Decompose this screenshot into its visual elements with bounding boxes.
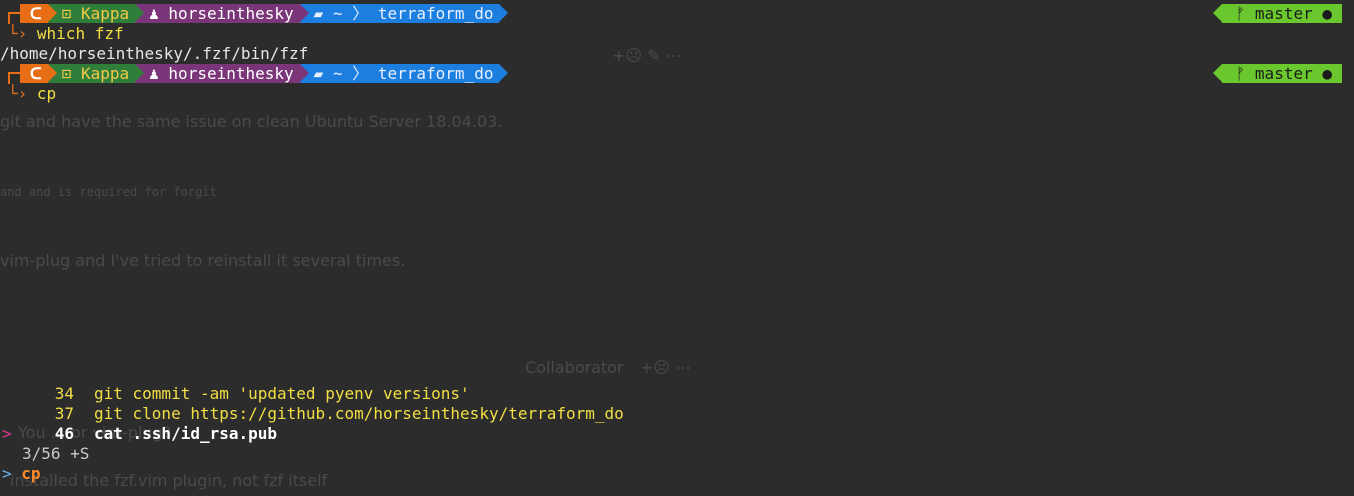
ghost-text-1: git and have the same issue on clean Ubu… [0, 112, 503, 131]
home-dir: ~ [332, 4, 343, 23]
ghost-emoji-icon-2: +☹ ⋯ [640, 358, 692, 377]
user-name: horseinthesky [168, 4, 294, 23]
ghost-text-6: installed the fzf.vim plugin, not fzf it… [10, 471, 328, 490]
history-command: git clone https://github.com/horseinthes… [94, 404, 624, 423]
ghost-text-3: vim-plug and I've tried to reinstall it … [0, 251, 406, 270]
host-name: Kappa [80, 4, 130, 23]
selection-pointer-icon: > [2, 424, 12, 443]
git-branch-segment: ᚠ master ● [1212, 4, 1342, 23]
fzf-match-count: 3/56 +S [22, 444, 90, 463]
fzf-item-selected[interactable]: > 46 cat .ssh/id_rsa.pub [0, 424, 277, 444]
command-line-2[interactable]: └› cp [8, 84, 56, 104]
history-command: cat .ssh/id_rsa.pub [94, 424, 278, 443]
command-text: which fzf [36, 24, 124, 43]
github-icon: ● [1322, 4, 1332, 23]
prompt-line-2: ᑕ ⊡ Kappa ♟ horseinthesky ▰ ~ 〉 terrafor… [20, 64, 509, 83]
command-input[interactable]: cp [37, 84, 56, 103]
prompt-arrow-icon: └› [8, 24, 28, 43]
fzf-prompt-icon: > [2, 464, 12, 483]
git-branch-name-2: master [1254, 64, 1313, 83]
current-dir-2: terraform_do [377, 64, 494, 83]
history-number: 34 [54, 384, 74, 403]
home-dir-2: ~ [332, 64, 343, 83]
terminal-logo-icon-2: ᑕ [30, 64, 42, 83]
git-branch-segment-2: ᚠ master ● [1212, 64, 1342, 83]
host-segment: ⊡ Kappa [47, 4, 145, 23]
terminal-icon-2: ⊡ [61, 64, 72, 83]
git-branch-icon-2: ᚠ [1235, 64, 1246, 83]
history-number: 37 [54, 404, 74, 423]
ghost-text-4: Collaborator [525, 358, 624, 377]
history-command: git commit -am 'updated pyenv versions' [94, 384, 470, 403]
git-branch-icon: ᚠ [1235, 4, 1246, 23]
fzf-query-input[interactable]: cp [21, 464, 40, 483]
folder-icon: ▰ [313, 4, 324, 23]
os-segment: ᑕ [20, 4, 57, 23]
terminal-icon: ⊡ [61, 4, 72, 23]
dir-segment-2: ▰ ~ 〉 terraform_do [299, 64, 509, 83]
ghost-text-2: and and is required for forgit [0, 185, 217, 199]
user-segment: ♟ horseinthesky [135, 4, 309, 23]
fzf-query-line[interactable]: > cp [2, 464, 41, 484]
user-name-2: horseinthesky [168, 64, 294, 83]
dir-segment: ▰ ~ 〉 terraform_do [299, 4, 509, 23]
git-branch-name: master [1254, 4, 1313, 23]
folder-icon-2: ▰ [313, 64, 324, 83]
host-segment-2: ⊡ Kappa [47, 64, 145, 83]
command-output: /home/horseinthesky/.fzf/bin/fzf [0, 44, 309, 63]
prompt-line-1: ᑕ ⊡ Kappa ♟ horseinthesky ▰ ~ 〉 terrafor… [20, 4, 509, 23]
user-segment-2: ♟ horseinthesky [135, 64, 309, 83]
os-segment-2: ᑕ [20, 64, 57, 83]
user-icon: ♟ [149, 4, 159, 23]
prompt-arrow-icon-2: └› [8, 84, 28, 103]
fzf-item[interactable]: 34 git commit -am 'updated pyenv versions… [0, 384, 470, 404]
user-icon-2: ♟ [149, 64, 159, 83]
fzf-item[interactable]: 37 git clone https://github.com/horseinth… [0, 404, 624, 424]
terminal-logo-icon: ᑕ [30, 4, 42, 23]
host-name-2: Kappa [80, 64, 130, 83]
ghost-emoji-icon: +☹ ✎ ⋯ [612, 46, 682, 65]
github-icon-2: ● [1322, 64, 1332, 83]
current-dir: terraform_do [377, 4, 494, 23]
command-line-1: └› which fzf [8, 24, 124, 44]
